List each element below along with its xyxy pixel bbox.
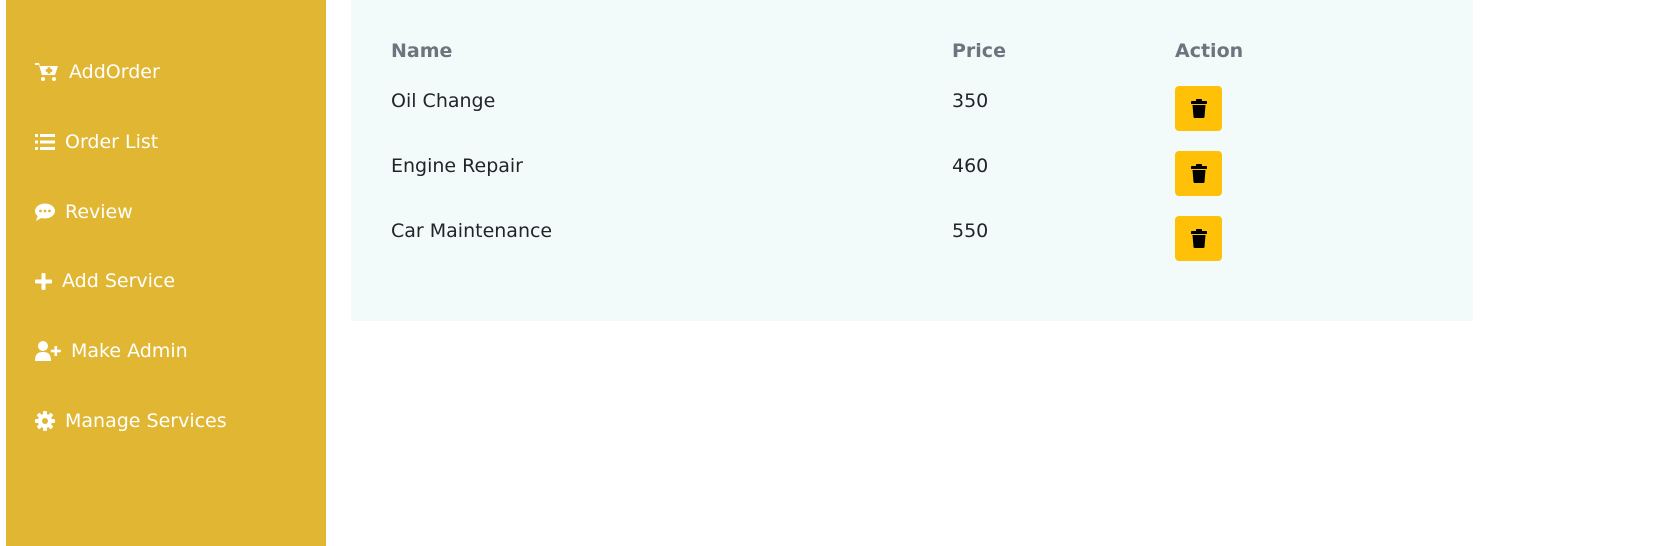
sidebar-item-label: Add Service: [62, 270, 176, 292]
sidebar-item-label: Make Admin: [71, 340, 188, 362]
service-price: 350: [952, 90, 989, 112]
list-icon: [35, 133, 55, 151]
comment-icon: [35, 203, 55, 222]
sidebar-item-add-order[interactable]: AddOrder: [35, 57, 160, 87]
sidebar-item-label: Review: [65, 201, 133, 223]
service-price: 460: [952, 155, 989, 177]
sidebar-item-order-list[interactable]: Order List: [35, 127, 158, 157]
trash-icon: [1190, 164, 1207, 183]
service-name: Car Maintenance: [391, 220, 553, 242]
trash-icon: [1190, 229, 1207, 248]
service-name: Engine Repair: [391, 155, 523, 177]
service-price: 550: [952, 220, 989, 242]
column-header-action: Action: [1175, 40, 1244, 62]
delete-button[interactable]: [1175, 216, 1222, 261]
sidebar-item-add-service[interactable]: Add Service: [35, 266, 175, 296]
service-name: Oil Change: [391, 90, 496, 112]
sidebar-item-review[interactable]: Review: [35, 197, 133, 227]
user-plus-icon: [35, 341, 61, 361]
sidebar-item-label: Manage Services: [65, 410, 227, 432]
sidebar-item-label: Order List: [65, 131, 159, 153]
gear-icon: [35, 411, 55, 431]
trash-icon: [1190, 99, 1207, 118]
sidebar-item-label: AddOrder: [69, 61, 160, 83]
services-table-panel: Name Price Action Oil Change 350 Engine …: [351, 0, 1473, 321]
plus-icon: [35, 272, 52, 290]
delete-button[interactable]: [1175, 151, 1222, 196]
sidebar-item-make-admin[interactable]: Make Admin: [35, 336, 188, 366]
column-header-name: Name: [391, 40, 453, 62]
delete-button[interactable]: [1175, 86, 1222, 131]
sidebar-item-manage-services[interactable]: Manage Services: [35, 406, 227, 436]
column-header-price: Price: [952, 40, 1006, 62]
cart-plus-icon: [35, 62, 59, 82]
sidebar: AddOrder Order List Review Add Service M…: [6, 0, 326, 546]
